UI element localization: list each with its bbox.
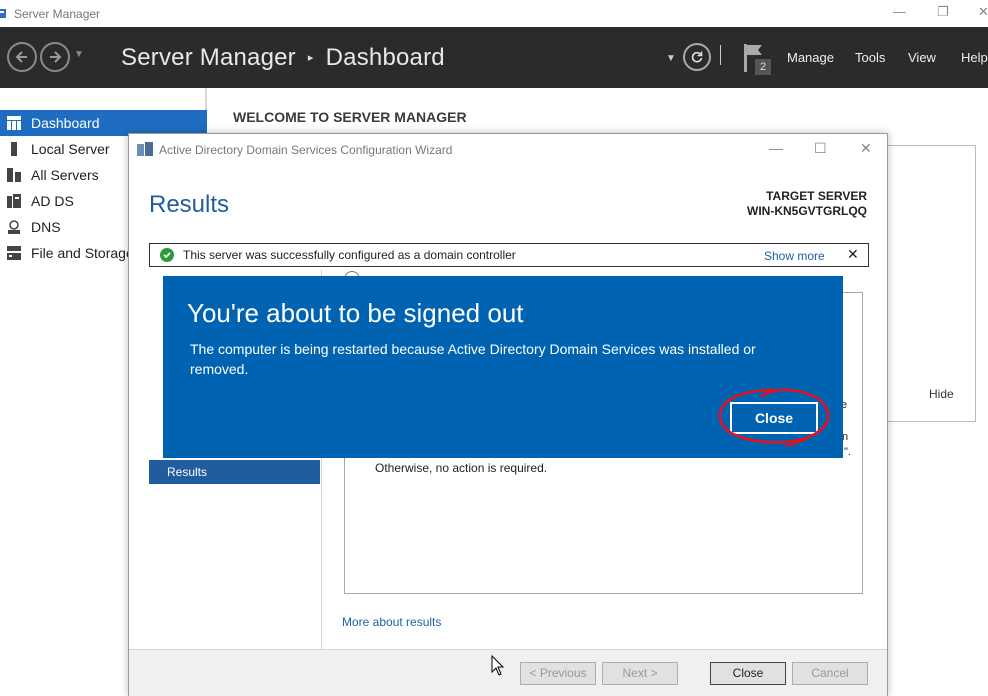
storage-icon — [7, 246, 21, 260]
menu-help[interactable]: Help — [961, 50, 988, 65]
sidebar-item-label: AD DS — [31, 193, 74, 209]
window-title: Server Manager — [14, 7, 101, 21]
menu-tools[interactable]: Tools — [855, 50, 885, 65]
server-manager-icon — [0, 9, 6, 18]
breadcrumb-page: Dashboard — [325, 44, 445, 71]
signout-message: The computer is being restarted because … — [190, 341, 756, 377]
ad-ds-icon — [7, 194, 21, 208]
forward-arrow-icon — [50, 51, 62, 63]
success-check-icon — [160, 248, 174, 262]
target-server-name: WIN-KN5GVTGRLQQ — [747, 204, 867, 218]
wizard-app-icon — [137, 142, 153, 156]
banner-message: This server was successfully configured … — [183, 248, 516, 262]
wizard-nav-results[interactable]: Results — [149, 460, 320, 484]
back-arrow-icon — [15, 51, 27, 63]
wizard-footer: < Previous Next > Close Cancel — [129, 649, 887, 696]
server-manager-header: ▼ Server Manager ▸ Dashboard ▼ 2 Manage To… — [0, 27, 988, 88]
show-more-link[interactable]: Show more — [764, 249, 825, 263]
wizard-close-button[interactable]: ✕ — [860, 140, 872, 157]
welcome-card — [885, 145, 976, 422]
signout-notification: You're about to be signed out The comput… — [163, 276, 843, 458]
target-server: TARGET SERVER WIN-KN5GVTGRLQQ — [747, 189, 867, 219]
menu-view[interactable]: View — [908, 50, 936, 65]
wizard-close-footer-button[interactable]: Close — [710, 662, 786, 685]
dns-icon — [8, 220, 20, 234]
header-divider — [720, 45, 721, 65]
breadcrumb: Server Manager ▸ Dashboard — [121, 44, 445, 72]
results-otherwise-text: Otherwise, no action is required. — [375, 461, 548, 475]
sidebar-item-label: File and Storage — [31, 245, 134, 261]
sidebar-item-label: All Servers — [31, 167, 99, 183]
window-titlebar: Server Manager — ❐ ✕ — [0, 0, 988, 27]
server-icon — [11, 142, 17, 156]
success-banner: This server was successfully configured … — [149, 243, 869, 267]
breadcrumb-separator-icon: ▸ — [307, 52, 314, 64]
welcome-heading: WELCOME TO SERVER MANAGER — [233, 109, 467, 125]
minimize-button[interactable]: — — [893, 4, 906, 19]
hide-link[interactable]: Hide — [929, 387, 954, 401]
refresh-icon — [691, 51, 703, 63]
servers-icon — [7, 168, 21, 182]
dashboard-icon — [7, 116, 21, 130]
wizard-page-heading: Results — [149, 191, 230, 218]
back-button[interactable] — [7, 42, 37, 72]
banner-close-icon[interactable]: ✕ — [847, 246, 859, 263]
more-about-results-link[interactable]: More about results — [342, 615, 441, 629]
refresh-button[interactable] — [683, 43, 711, 71]
signout-title: You're about to be signed out — [187, 298, 524, 328]
wizard-titlebar: Active Directory Domain Services Configu… — [129, 134, 887, 164]
wizard-title: Active Directory Domain Services Configu… — [159, 143, 453, 157]
forward-button[interactable] — [40, 42, 70, 72]
refresh-dropdown-icon[interactable]: ▼ — [666, 53, 676, 64]
wizard-maximize-button[interactable]: ☐ — [814, 140, 827, 157]
menu-manage[interactable]: Manage — [787, 50, 834, 65]
signout-close-button[interactable]: Close — [730, 402, 818, 434]
notification-count-badge: 2 — [755, 59, 771, 75]
sidebar-item-label: DNS — [31, 219, 61, 235]
occluded-text-fragment: ". — [844, 446, 851, 458]
cancel-button[interactable]: Cancel — [792, 662, 868, 685]
target-server-label: TARGET SERVER — [766, 189, 867, 203]
history-dropdown-icon[interactable]: ▼ — [74, 49, 84, 60]
next-button[interactable]: Next > — [602, 662, 678, 685]
mouse-cursor-icon — [491, 655, 505, 676]
sidebar-item-label: Local Server — [31, 141, 110, 157]
wizard-minimize-button[interactable]: — — [769, 140, 783, 156]
previous-button[interactable]: < Previous — [520, 662, 596, 685]
restore-button[interactable]: ❐ — [937, 4, 949, 20]
breadcrumb-app: Server Manager — [121, 44, 296, 71]
close-window-button[interactable]: ✕ — [978, 4, 988, 20]
sidebar-item-label: Dashboard — [31, 115, 100, 131]
